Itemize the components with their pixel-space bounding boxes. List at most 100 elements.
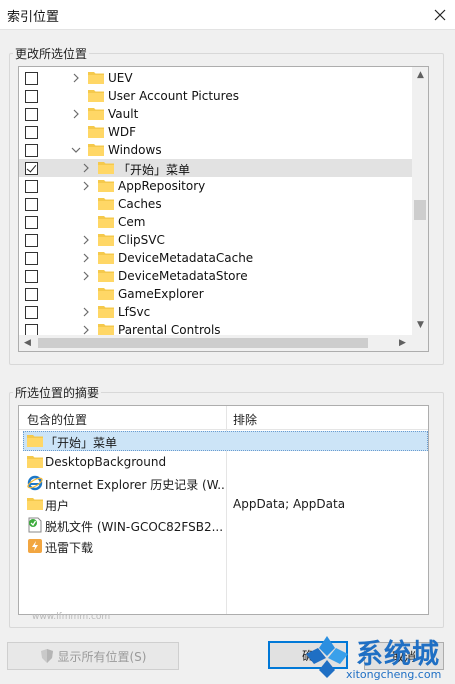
- folder-icon: [98, 252, 114, 264]
- tree-item[interactable]: AppRepository: [19, 177, 412, 195]
- tree-horizontal-scrollbar[interactable]: ◀ ▶: [19, 335, 428, 351]
- tree-item-checkbox[interactable]: [25, 108, 38, 121]
- folder-icon: [98, 306, 114, 318]
- tree-item-checkbox[interactable]: [25, 90, 38, 103]
- folder-icon: [88, 144, 104, 156]
- tree-item-checkbox[interactable]: [25, 234, 38, 247]
- chevron-right-icon[interactable]: [81, 180, 91, 192]
- window-title: 索引位置: [7, 10, 60, 25]
- tree-item-checkbox[interactable]: [25, 270, 38, 283]
- tree-item[interactable]: Cem: [19, 213, 412, 231]
- tree-item-label: Cem: [118, 215, 146, 229]
- folder-icon: [27, 435, 43, 447]
- tree-item-label: Vault: [108, 107, 139, 121]
- chevron-right-icon[interactable]: [71, 72, 81, 84]
- show-all-locations-button[interactable]: 显示所有位置(S): [7, 642, 179, 670]
- internet-explorer-icon: [27, 475, 43, 491]
- tree-item-checkbox[interactable]: [25, 306, 38, 319]
- folder-icon: [98, 270, 114, 282]
- logo-mark-icon: [306, 636, 348, 678]
- tree-item-checkbox[interactable]: [25, 162, 38, 175]
- folder-icon: [88, 72, 104, 84]
- chevron-right-icon[interactable]: [81, 252, 91, 264]
- summary-list-header: 包含的位置 排除: [19, 406, 428, 614]
- chevron-right-icon[interactable]: [81, 306, 91, 318]
- folder-icon: [98, 216, 114, 228]
- tree-item[interactable]: Vault: [19, 105, 412, 123]
- tree-item-label: AppRepository: [118, 179, 206, 193]
- summary-list[interactable]: 包含的位置 排除 「开始」菜单 DesktopBackground Internet…: [18, 405, 429, 615]
- summary-row[interactable]: 「开始」菜单: [19, 431, 428, 452]
- tree-item-label: GameExplorer: [118, 287, 204, 301]
- logo-brand-text: 系统城: [356, 639, 440, 670]
- tree-item[interactable]: DeviceMetadataStore: [19, 267, 412, 285]
- tree-item[interactable]: Caches: [19, 195, 412, 213]
- tree-item[interactable]: 「开始」菜单: [19, 159, 412, 177]
- location-tree[interactable]: UEV User Account Pictures Vault WDF Windows 「…: [18, 66, 429, 352]
- tree-item-checkbox[interactable]: [25, 198, 38, 211]
- tree-item-checkbox[interactable]: [25, 72, 38, 85]
- folder-icon: [98, 162, 114, 174]
- folder-icon: [88, 90, 104, 102]
- summary-row[interactable]: 迅雷下载: [19, 536, 428, 557]
- chevron-right-icon[interactable]: [71, 108, 81, 120]
- summary-row[interactable]: DesktopBackground: [19, 452, 428, 473]
- folder-icon: [88, 126, 104, 138]
- tree-item-checkbox[interactable]: [25, 252, 38, 265]
- chevron-right-icon[interactable]: [81, 162, 91, 174]
- tree-item[interactable]: ClipSVC: [19, 231, 412, 249]
- column-excluded-header[interactable]: 排除: [233, 411, 257, 428]
- tree-item-checkbox[interactable]: [25, 180, 38, 193]
- scroll-up-arrow-icon[interactable]: ▲: [417, 71, 424, 80]
- summary-row-exclude: AppData; AppData: [233, 497, 346, 511]
- tree-item-label: LfSvc: [118, 305, 151, 319]
- tree-item[interactable]: GameExplorer: [19, 285, 412, 303]
- close-icon: [434, 9, 446, 21]
- scroll-left-arrow-icon[interactable]: ◀: [24, 339, 31, 348]
- summary-row[interactable]: Internet Explorer 历史记录 (W...: [19, 473, 428, 494]
- tree-item-label: ClipSVC: [118, 233, 165, 247]
- folder-icon: [27, 498, 43, 510]
- close-button[interactable]: [425, 0, 455, 30]
- tree-item-checkbox[interactable]: [25, 288, 38, 301]
- summary-row[interactable]: 脱机文件 (WIN-GCOC82FSB2...: [19, 515, 428, 536]
- tree-item-checkbox[interactable]: [25, 144, 38, 157]
- tree-item-label: DeviceMetadataStore: [118, 269, 248, 283]
- offline-files-icon: [28, 517, 42, 533]
- summary-label: 所选位置的摘要: [13, 384, 102, 401]
- tree-item[interactable]: UEV: [19, 69, 412, 87]
- tree-vertical-scroll-thumb[interactable]: [414, 200, 426, 220]
- tree-item-label: UEV: [108, 71, 133, 85]
- site-logo: 系统城 xitongcheng.com: [300, 632, 455, 684]
- tree-horizontal-scroll-thumb[interactable]: [38, 338, 368, 348]
- tree-vertical-scrollbar[interactable]: ▲ ▼: [412, 67, 428, 335]
- chevron-right-icon[interactable]: [81, 234, 91, 246]
- thunder-download-icon: [28, 539, 42, 553]
- scroll-right-arrow-icon[interactable]: ▶: [399, 339, 406, 348]
- chevron-right-icon[interactable]: [81, 270, 91, 282]
- summary-row[interactable]: 用户 AppData; AppData: [19, 494, 428, 515]
- tree-item[interactable]: DeviceMetadataCache: [19, 249, 412, 267]
- summary-row-name: 「开始」菜单: [45, 436, 118, 450]
- shield-icon: [40, 649, 53, 663]
- change-locations-label: 更改所选位置: [13, 45, 90, 62]
- tree-item-label: DeviceMetadataCache: [118, 251, 254, 265]
- folder-icon: [98, 180, 114, 192]
- tree-item[interactable]: WDF: [19, 123, 412, 141]
- tree-item[interactable]: Windows: [19, 141, 412, 159]
- scroll-down-arrow-icon[interactable]: ▼: [417, 321, 424, 330]
- summary-row-name: DesktopBackground: [45, 455, 167, 469]
- tree-item-checkbox[interactable]: [25, 216, 38, 229]
- folder-icon: [98, 288, 114, 300]
- chevron-down-icon[interactable]: [71, 144, 81, 156]
- column-included-header[interactable]: 包含的位置: [27, 411, 87, 428]
- tree-item[interactable]: User Account Pictures: [19, 87, 412, 105]
- show-all-locations-label: 显示所有位置(S): [57, 649, 147, 664]
- folder-icon: [98, 234, 114, 246]
- folder-icon: [98, 198, 114, 210]
- summary-row-name: 脱机文件 (WIN-GCOC82FSB2...: [45, 520, 224, 534]
- tree-item[interactable]: LfSvc: [19, 303, 412, 321]
- tree-item-checkbox[interactable]: [25, 126, 38, 139]
- summary-row-name: 用户: [45, 499, 70, 513]
- tree-item-label: WDF: [108, 125, 137, 139]
